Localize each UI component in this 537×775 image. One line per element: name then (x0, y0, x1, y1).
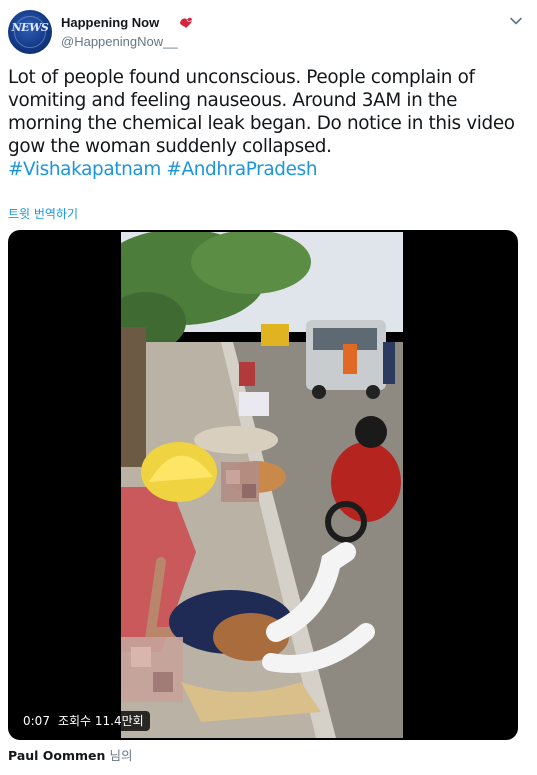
tweet-text: Lot of people found unconscious. People … (8, 67, 515, 157)
avatar-logo-text: NEWS (11, 21, 49, 34)
author-display-name[interactable]: Happening Now (61, 15, 159, 30)
tweet-body: Lot of people found unconscious. People … (8, 66, 529, 181)
author-handle[interactable]: @HappeningNow__ (61, 34, 178, 49)
video-frame (121, 232, 403, 738)
hashtag-link[interactable]: #Vishakapatnam (8, 159, 161, 180)
video-views: 조회수 11.4만회 (57, 714, 144, 728)
video-info-badge: 0:07 조회수 11.4만회 (17, 711, 150, 731)
translate-tweet-link[interactable]: 트윗 번역하기 (8, 205, 78, 222)
avatar[interactable]: NEWS (8, 10, 52, 54)
video-duration: 0:07 (23, 714, 50, 728)
credit-name[interactable]: Paul Oommen (8, 748, 105, 763)
chevron-down-icon[interactable] (509, 14, 523, 28)
tweet-header: NEWS Happening Now @HappeningNow__ (8, 8, 529, 58)
media-credit: Paul Oommen 님의 (8, 745, 132, 764)
credit-suffix: 님의 (109, 748, 133, 763)
video-player[interactable]: 0:07 조회수 11.4만회 (8, 230, 518, 740)
bird-badge-icon (180, 17, 193, 28)
hashtag-link[interactable]: #AndhraPradesh (166, 159, 317, 180)
